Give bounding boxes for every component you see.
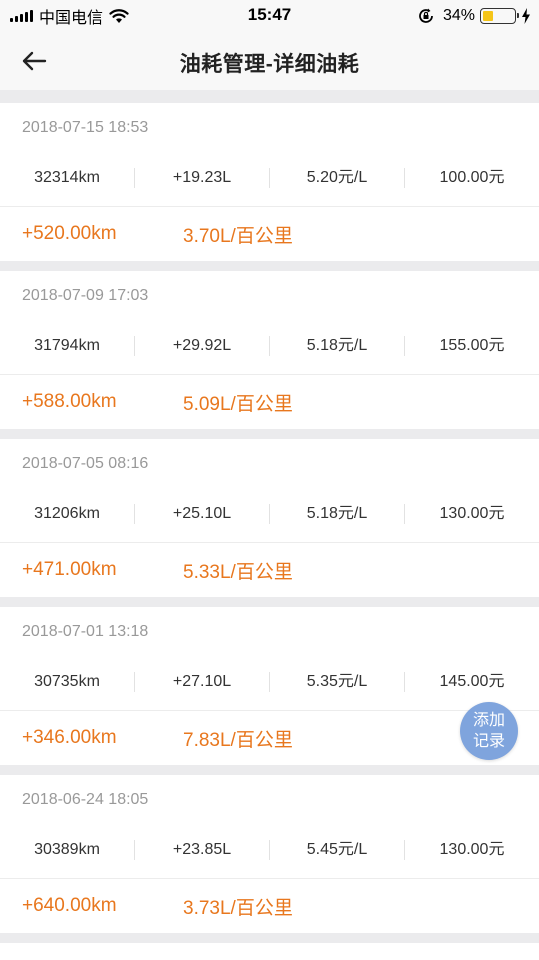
record-amount: 155.00元 <box>439 336 505 354</box>
record-unit-price: 5.35元/L <box>270 671 405 692</box>
fuel-record-list[interactable]: 2018-07-15 18:53 32314km +19.23L 5.20元/L 100… <box>0 103 539 960</box>
record-detail-row: 31794km +29.92L 5.18元/L 155.00元 <box>0 317 539 375</box>
battery-percent: 34% <box>442 7 475 24</box>
record-consumption: 3.70L/百公里 <box>183 225 293 247</box>
charging-icon <box>522 8 530 24</box>
record-odometer: 30389km <box>0 839 135 860</box>
record-distance: +640.00km <box>22 895 117 916</box>
record-odometer: 32314km <box>0 167 135 188</box>
record-unit-price: 5.18元/L <box>270 503 405 524</box>
fuel-record-card[interactable]: 2018-06-24 18:05 30389km +23.85L 5.45元/L 130… <box>0 775 539 933</box>
record-unit-price: 5.18元/L <box>270 335 405 356</box>
add-record-label-line2: 记录 <box>472 733 505 750</box>
record-unit-price: 5.45元/L <box>270 839 405 860</box>
record-amount: 130.00元 <box>439 504 505 522</box>
record-distance: +588.00km <box>22 391 117 412</box>
record-distance: +471.00km <box>22 559 117 580</box>
record-detail-row: 30389km +23.85L 5.45元/L 130.00元 <box>0 821 539 879</box>
record-summary-row: +346.00km 7.83L/百公里 <box>0 711 539 765</box>
record-datetime: 2018-06-22 12:52 <box>0 943 539 960</box>
record-amount: 100.00元 <box>439 168 505 186</box>
record-summary-row: +471.00km 5.33L/百公里 <box>0 543 539 597</box>
navigation-bar: 油耗管理-详细油耗 <box>0 32 539 90</box>
record-consumption: 3.73L/百公里 <box>183 897 293 919</box>
record-distance: +520.00km <box>22 223 117 244</box>
page-title: 油耗管理-详细油耗 <box>179 53 360 76</box>
record-summary-row: +588.00km 5.09L/百公里 <box>0 375 539 429</box>
record-fuel-added: +29.92L <box>135 335 270 356</box>
record-fuel-added: +19.23L <box>135 167 270 188</box>
battery-level <box>483 11 494 21</box>
record-consumption: 5.09L/百公里 <box>183 393 293 415</box>
add-record-button[interactable]: 添加 记录 <box>460 702 518 760</box>
fuel-record-card[interactable]: 2018-07-05 08:16 31206km +25.10L 5.18元/L 130… <box>0 439 539 597</box>
record-odometer: 30735km <box>0 671 135 692</box>
status-bar: 中国电信 15:47 34% <box>0 0 539 32</box>
record-summary-row: +640.00km 3.73L/百公里 <box>0 879 539 933</box>
record-odometer: 31206km <box>0 503 135 524</box>
battery-icon <box>480 8 519 24</box>
record-datetime: 2018-07-01 13:18 <box>22 623 149 640</box>
record-consumption: 5.33L/百公里 <box>183 561 293 583</box>
fuel-record-card[interactable]: 2018-07-01 13:18 30735km +27.10L 5.35元/L 145… <box>0 607 539 765</box>
record-fuel-added: +25.10L <box>135 503 270 524</box>
record-datetime: 2018-06-24 18:05 <box>22 791 149 808</box>
fuel-record-card[interactable]: 2018-07-09 17:03 31794km +29.92L 5.18元/L 155… <box>0 271 539 429</box>
record-fuel-added: +27.10L <box>135 671 270 692</box>
record-summary-row: +520.00km 3.70L/百公里 <box>0 207 539 261</box>
fuel-record-card[interactable]: 2018-06-22 12:52 <box>0 943 539 960</box>
record-consumption: 7.83L/百公里 <box>183 729 293 751</box>
record-amount: 130.00元 <box>439 840 505 858</box>
add-record-label-line1: 添加 <box>472 712 505 729</box>
record-datetime: 2018-07-05 08:16 <box>22 455 149 472</box>
fuel-record-card[interactable]: 2018-07-15 18:53 32314km +19.23L 5.20元/L 100… <box>0 103 539 261</box>
rotation-lock-icon <box>419 8 433 23</box>
record-distance: +346.00km <box>22 727 117 748</box>
record-unit-price: 5.20元/L <box>270 167 405 188</box>
record-detail-row: 30735km +27.10L 5.35元/L 145.00元 <box>0 653 539 711</box>
status-right: 34% <box>417 6 531 26</box>
record-datetime: 2018-07-15 18:53 <box>22 119 149 136</box>
record-detail-row: 32314km +19.23L 5.20元/L 100.00元 <box>0 149 539 207</box>
record-amount: 145.00元 <box>439 672 505 690</box>
record-odometer: 31794km <box>0 335 135 356</box>
record-detail-row: 31206km +25.10L 5.18元/L 130.00元 <box>0 485 539 543</box>
record-fuel-added: +23.85L <box>135 839 270 860</box>
record-datetime: 2018-07-09 17:03 <box>22 287 149 304</box>
